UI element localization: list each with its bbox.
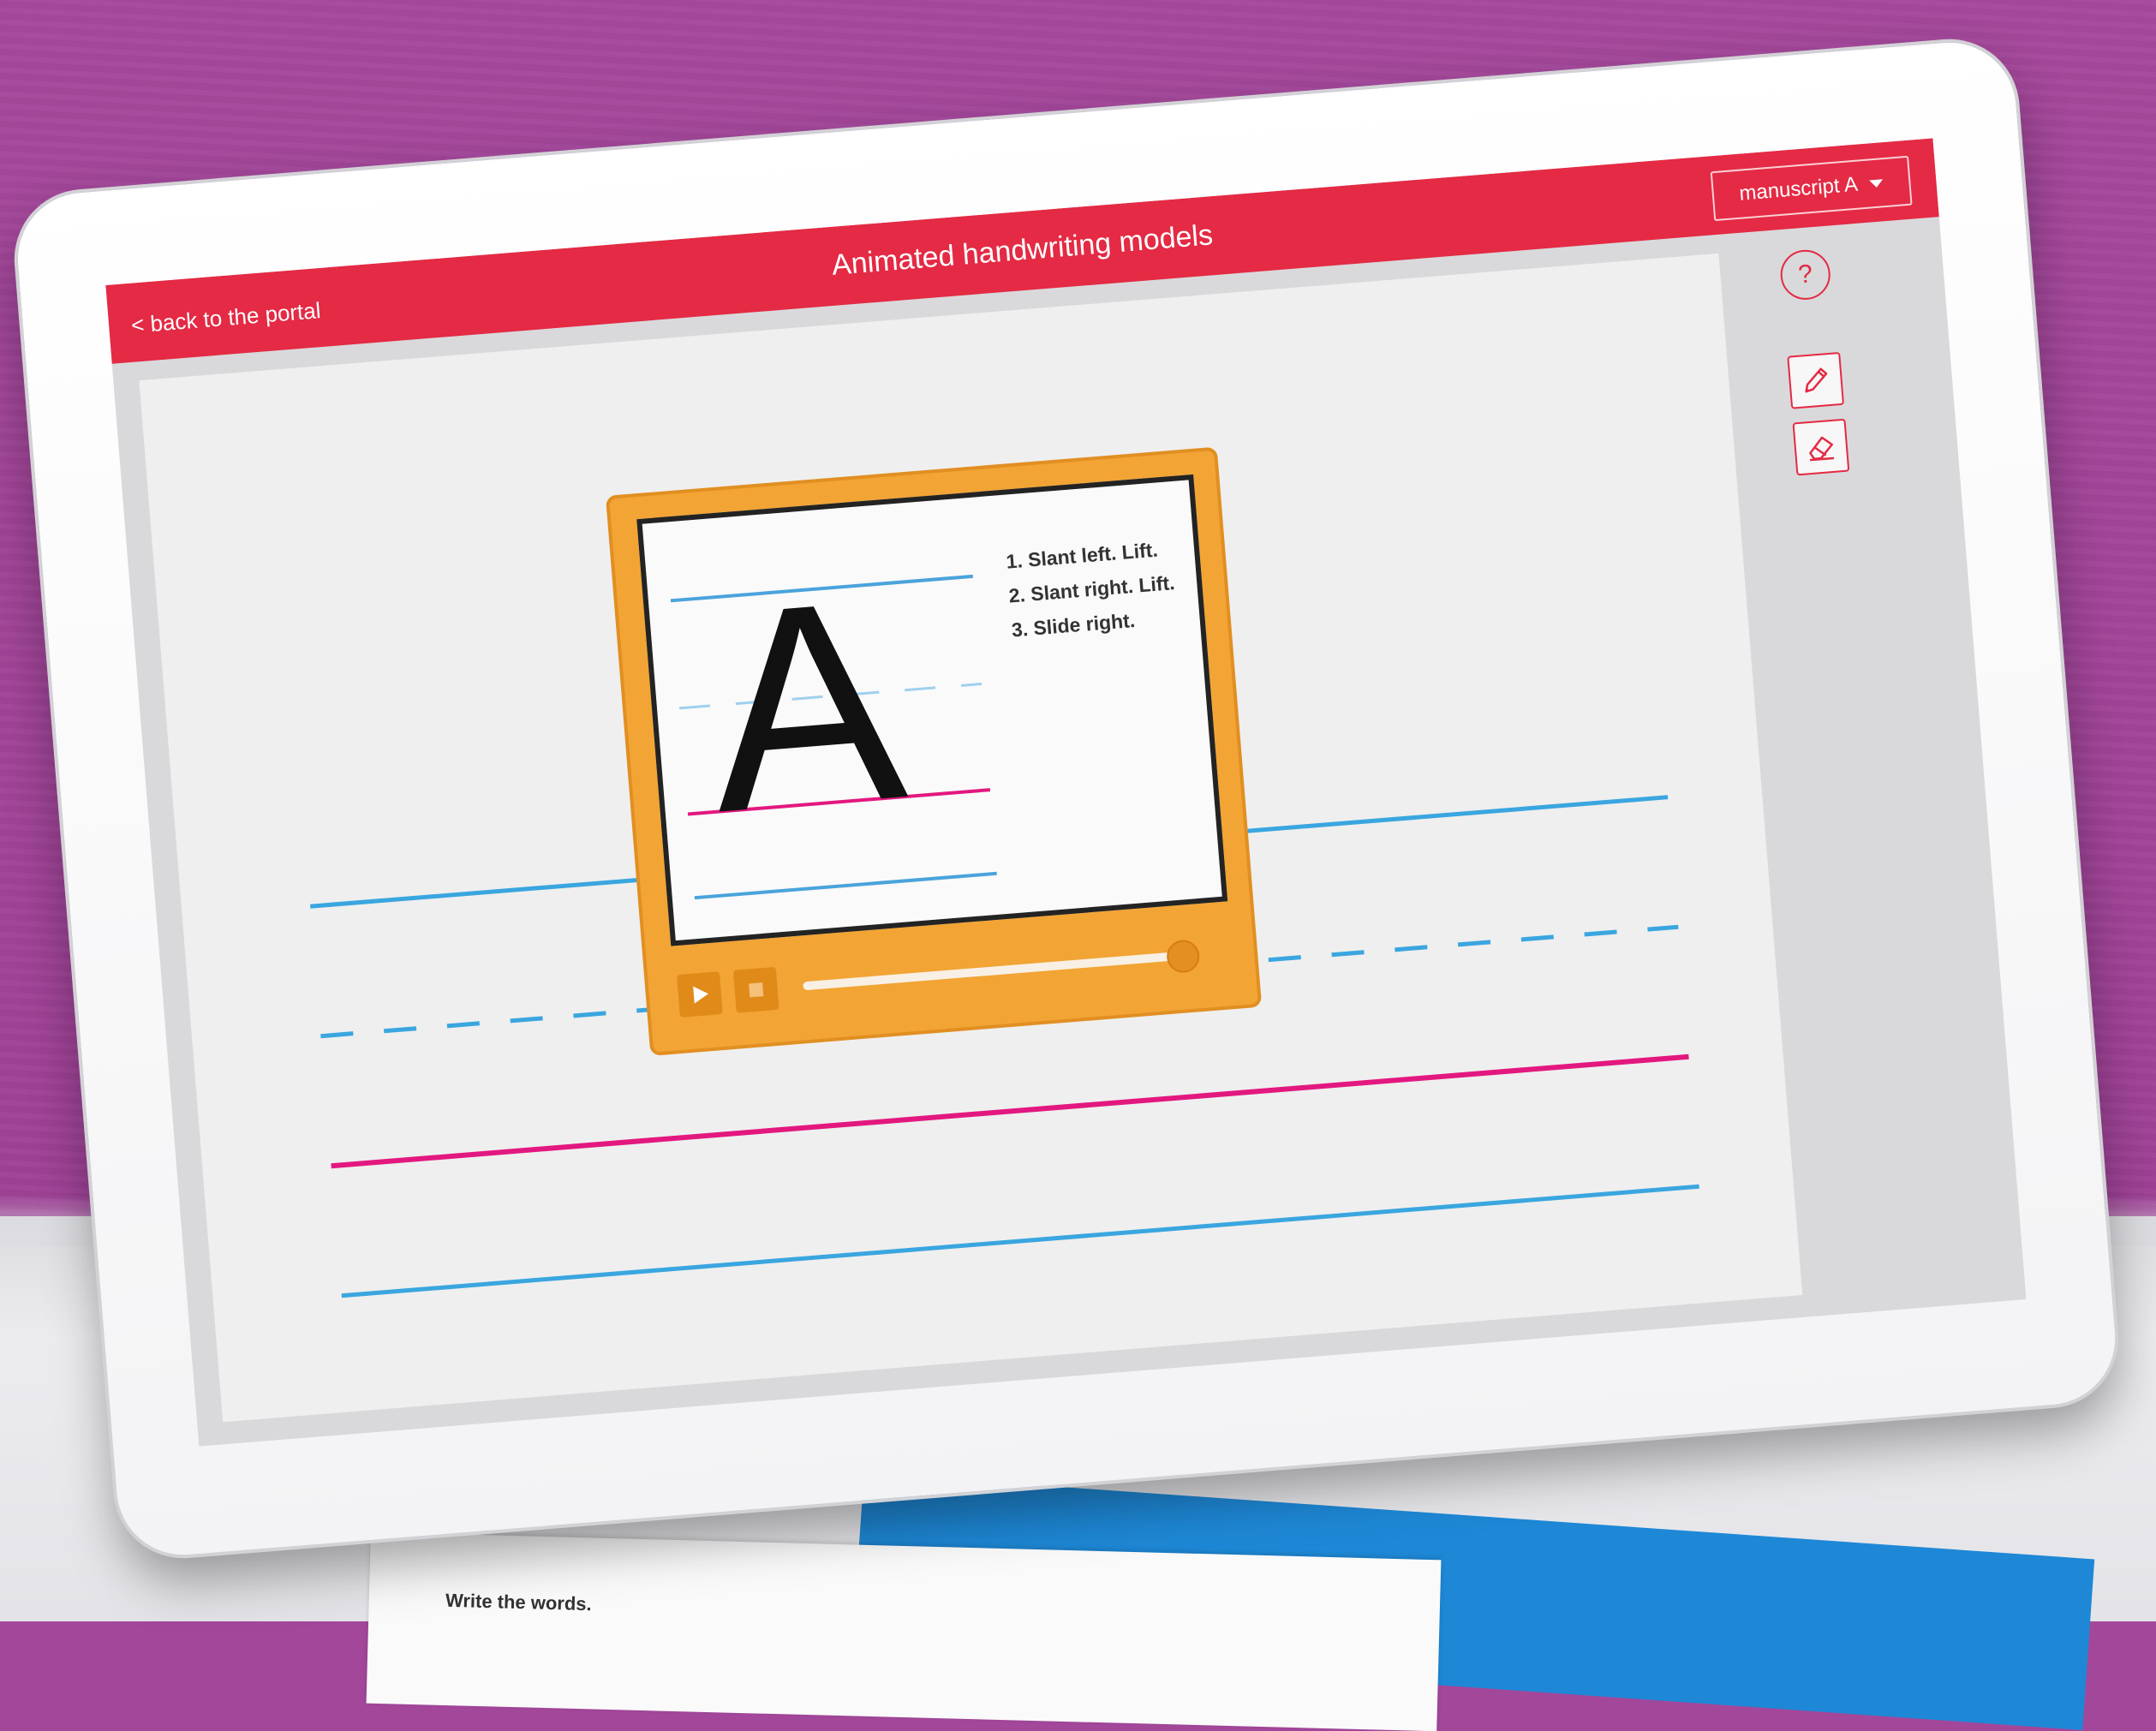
eraser-tool-button[interactable] <box>1792 418 1850 476</box>
app-screen: < back to the portal Animated handwritin… <box>105 138 2027 1447</box>
eraser-icon <box>1809 436 1835 462</box>
letter-glyph: A <box>698 539 916 873</box>
play-button[interactable] <box>677 971 723 1018</box>
progress-handle[interactable] <box>1165 939 1201 975</box>
stop-icon <box>749 982 764 998</box>
progress-slider[interactable] <box>803 939 1201 991</box>
stop-button[interactable] <box>732 966 779 1013</box>
letter-style-select[interactable]: manuscript A <box>1710 155 1913 222</box>
writing-canvas[interactable]: A 1. Slant left. Lift. 2. Slant right. L… <box>139 253 1803 1423</box>
help-button[interactable]: ? <box>1778 248 1832 302</box>
stroke-steps: 1. Slant left. Lift. 2. Slant right. Lif… <box>1005 531 1179 647</box>
letter-style-value: manuscript A <box>1738 172 1859 206</box>
pencil-icon <box>1805 367 1828 393</box>
tablet-device: < back to the portal Animated handwritin… <box>12 37 2121 1561</box>
descender-guideline <box>341 1184 1699 1298</box>
video-descender-line <box>694 871 997 900</box>
baseline <box>331 1054 1689 1169</box>
letter-video: A 1. Slant left. Lift. 2. Slant right. L… <box>636 474 1228 946</box>
book-instruction: Write the words. <box>445 1589 593 1615</box>
pencil-tool-button[interactable] <box>1787 351 1845 409</box>
chevron-down-icon <box>1869 178 1884 188</box>
play-icon <box>693 986 708 1004</box>
book-page <box>366 1531 1442 1731</box>
animation-player: A 1. Slant left. Lift. 2. Slant right. L… <box>605 446 1263 1056</box>
